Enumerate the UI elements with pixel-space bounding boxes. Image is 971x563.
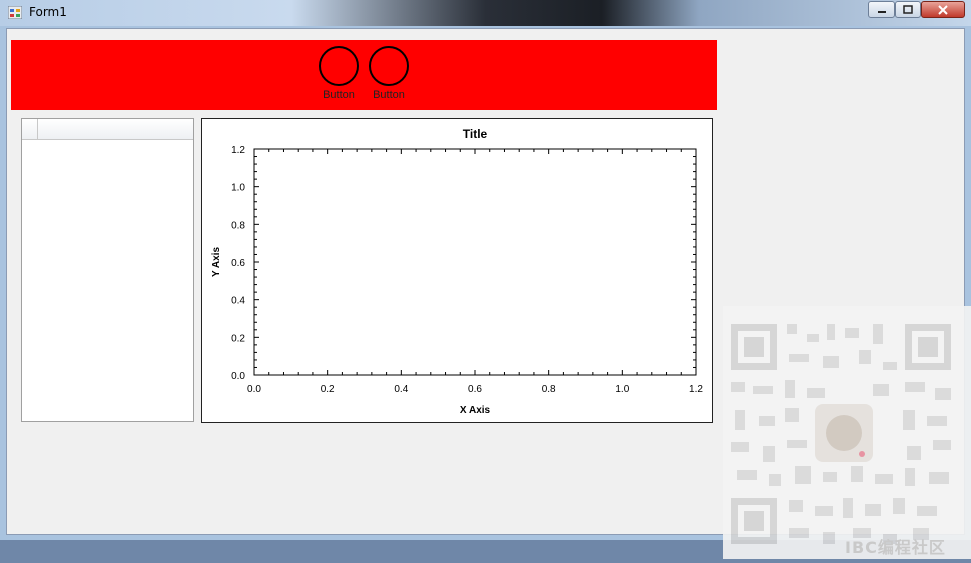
maximize-icon [903,5,913,14]
y-tick-label: 1.2 [231,145,245,156]
y-tick-label: 0.4 [231,296,245,307]
close-button[interactable] [921,1,965,18]
chart-title: Title [463,127,488,141]
y-tick-label: 0.8 [231,220,245,231]
x-axis-label: X Axis [460,405,491,416]
form-window: Form1 Button Button Title X Axis Y Axis … [0,0,971,559]
circle-icon [369,46,409,86]
y-tick-label: 1.0 [231,183,245,194]
app-icon [8,6,22,19]
watermark-text: IBC编程社区 [845,538,946,557]
x-tick-label: 0.8 [542,384,556,395]
x-tick-label: 0.0 [247,384,261,395]
chart-svg: Title X Axis Y Axis 0.0 0.2 0.4 0.6 0.8 1.0 1.2 0.… [211,127,703,416]
y-axis-label: Y Axis [211,247,222,277]
circle-icon [319,46,359,86]
x-tick-label: 1.2 [689,384,703,395]
round-button-2[interactable]: Button [369,46,409,102]
form-client-area: Button Button Title X Axis Y Axis 0.0 0.2 0.4… [6,28,971,559]
grid-top-left-header[interactable] [22,119,38,139]
chart-control: Title X Axis Y Axis 0.0 0.2 0.4 0.6 0.8 1.0 1.2 0.… [201,118,713,423]
y-tick-label: 0.0 [231,371,245,382]
minimize-icon [877,10,886,13]
qr-code-overlay [723,306,971,559]
toolbar-panel: Button Button [11,40,717,110]
close-icon [938,4,948,15]
x-tick-label: 0.4 [394,384,408,395]
maximize-button[interactable] [895,1,921,18]
y-tick-label: 0.2 [231,333,245,344]
x-tick-label: 0.6 [468,384,482,395]
grid-column-header[interactable] [22,119,193,140]
title-bar[interactable]: Form1 [0,0,971,26]
y-tick-label: 0.6 [231,258,245,269]
plot-area [253,148,697,376]
round-button-2-label: Button [373,89,405,101]
minimize-button[interactable] [868,1,895,18]
x-tick-label: 1.0 [615,384,629,395]
x-tick-label: 0.2 [321,384,335,395]
window-title: Form1 [29,5,67,19]
round-button-1[interactable]: Button [319,46,359,102]
qr-code-icon [731,324,951,544]
data-grid-view[interactable] [21,118,194,422]
